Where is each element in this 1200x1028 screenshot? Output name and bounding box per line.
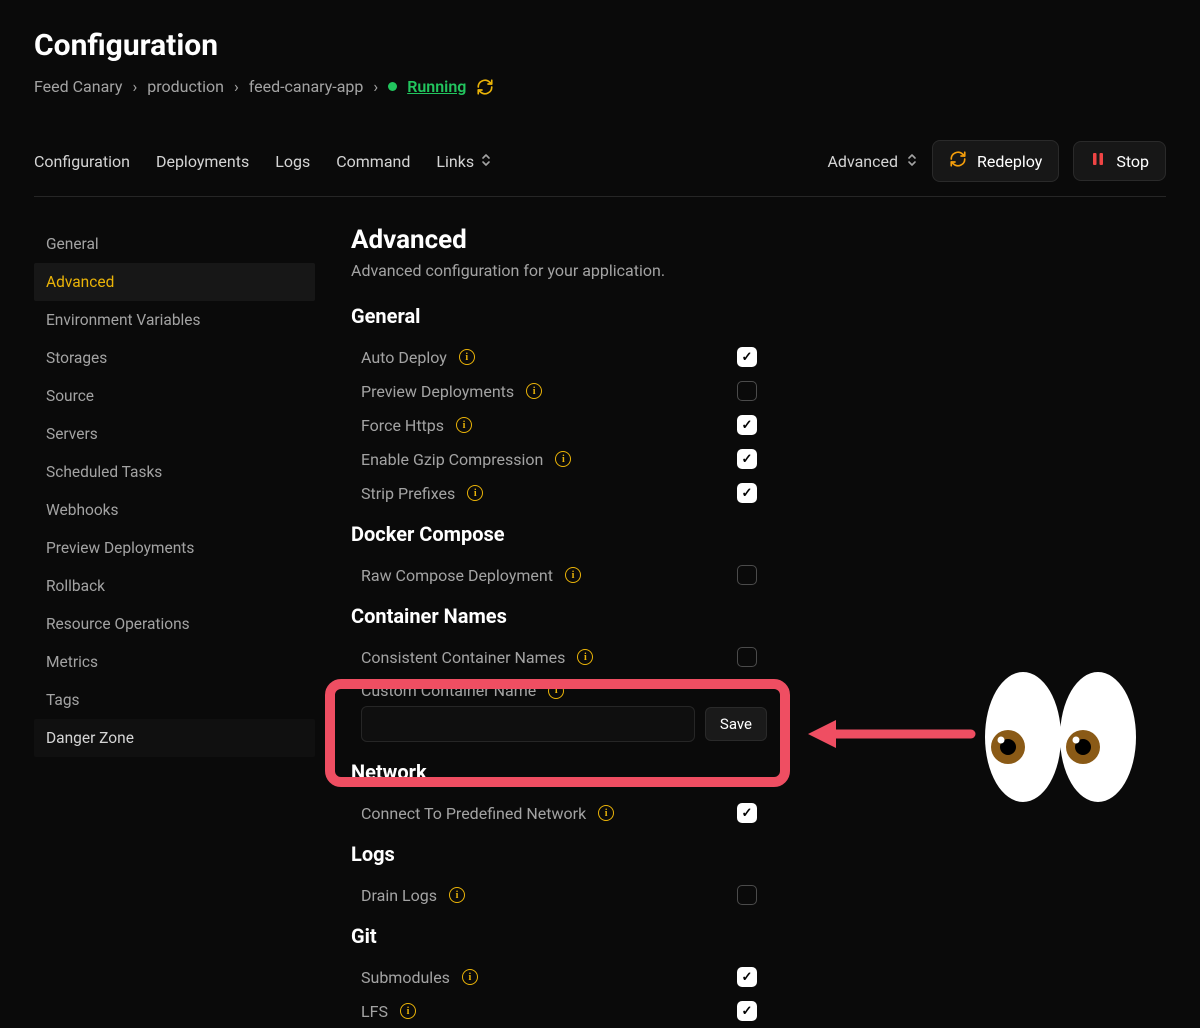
sidebar: General Advanced Environment Variables S…: [34, 225, 315, 1028]
label-preview-deployments: Preview Deployments: [361, 382, 514, 401]
section-network: Network: [351, 760, 1166, 784]
info-icon[interactable]: [577, 649, 593, 665]
tab-deployments[interactable]: Deployments: [156, 152, 249, 171]
checkbox-lfs[interactable]: [737, 1001, 757, 1021]
sidebar-item-metrics[interactable]: Metrics: [34, 643, 315, 681]
info-icon[interactable]: [467, 485, 483, 501]
label-force-https: Force Https: [361, 416, 444, 435]
redeploy-label: Redeploy: [977, 152, 1042, 171]
info-icon[interactable]: [526, 383, 542, 399]
chevron-updown-icon: [480, 152, 492, 171]
sidebar-item-preview-deployments[interactable]: Preview Deployments: [34, 529, 315, 567]
breadcrumb: Feed Canary › production › feed-canary-a…: [34, 77, 1166, 96]
tab-command[interactable]: Command: [336, 152, 410, 171]
chevron-right-icon: ›: [234, 77, 239, 96]
label-lfs: LFS: [361, 1002, 388, 1021]
sidebar-item-env-vars[interactable]: Environment Variables: [34, 301, 315, 339]
sidebar-item-danger-zone[interactable]: Danger Zone: [34, 719, 315, 757]
label-predefined-network: Connect To Predefined Network: [361, 804, 586, 823]
checkbox-force-https[interactable]: [737, 415, 757, 435]
page-title: Configuration: [34, 28, 1166, 63]
sidebar-item-rollback[interactable]: Rollback: [34, 567, 315, 605]
breadcrumb-project[interactable]: Feed Canary: [34, 77, 122, 96]
chevron-right-icon: ›: [132, 77, 137, 96]
label-gzip: Enable Gzip Compression: [361, 450, 543, 469]
checkbox-submodules[interactable]: [737, 967, 757, 987]
stop-button[interactable]: Stop: [1073, 141, 1166, 181]
info-icon[interactable]: [555, 451, 571, 467]
checkbox-auto-deploy[interactable]: [737, 347, 757, 367]
sidebar-item-storages[interactable]: Storages: [34, 339, 315, 377]
refresh-icon[interactable]: [476, 78, 494, 96]
checkbox-strip-prefixes[interactable]: [737, 483, 757, 503]
checkbox-predefined-network[interactable]: [737, 803, 757, 823]
tab-configuration[interactable]: Configuration: [34, 152, 130, 171]
section-logs: Logs: [351, 842, 1166, 866]
section-docker: Docker Compose: [351, 522, 1166, 546]
info-icon[interactable]: [462, 969, 478, 985]
section-container-names: Container Names: [351, 604, 1166, 628]
advanced-toggle[interactable]: Advanced: [827, 152, 918, 171]
info-icon[interactable]: [449, 887, 465, 903]
label-custom-container-name: Custom Container Name: [361, 681, 536, 700]
status-dot-icon: [388, 82, 397, 91]
breadcrumb-app[interactable]: feed-canary-app: [249, 77, 364, 96]
chevron-right-icon: ›: [373, 77, 378, 96]
info-icon[interactable]: [459, 349, 475, 365]
panel-heading: Advanced: [351, 225, 1166, 255]
tab-links[interactable]: Links: [436, 152, 492, 171]
tab-links-label: Links: [436, 152, 474, 171]
info-icon[interactable]: [400, 1003, 416, 1019]
label-strip-prefixes: Strip Prefixes: [361, 484, 455, 503]
redeploy-button[interactable]: Redeploy: [932, 140, 1059, 182]
checkbox-raw-compose[interactable]: [737, 565, 757, 585]
advanced-toggle-label: Advanced: [827, 152, 898, 171]
label-raw-compose: Raw Compose Deployment: [361, 566, 553, 585]
sidebar-item-source[interactable]: Source: [34, 377, 315, 415]
section-general: General: [351, 304, 1166, 328]
save-button[interactable]: Save: [705, 707, 767, 741]
checkbox-drain-logs[interactable]: [737, 885, 757, 905]
info-icon[interactable]: [598, 805, 614, 821]
info-icon[interactable]: [456, 417, 472, 433]
sidebar-item-general[interactable]: General: [34, 225, 315, 263]
status-badge[interactable]: Running: [407, 77, 466, 96]
checkbox-consistent-names[interactable]: [737, 647, 757, 667]
main-panel: Advanced Advanced configuration for your…: [315, 225, 1166, 1028]
sidebar-item-tags[interactable]: Tags: [34, 681, 315, 719]
sidebar-item-servers[interactable]: Servers: [34, 415, 315, 453]
sidebar-item-advanced[interactable]: Advanced: [34, 263, 315, 301]
stop-icon: [1090, 151, 1106, 171]
sidebar-item-scheduled-tasks[interactable]: Scheduled Tasks: [34, 453, 315, 491]
stop-label: Stop: [1116, 152, 1149, 171]
tabbar: Configuration Deployments Logs Command L…: [34, 140, 1166, 197]
breadcrumb-env[interactable]: production: [147, 77, 224, 96]
label-submodules: Submodules: [361, 968, 450, 987]
panel-desc: Advanced configuration for your applicat…: [351, 261, 1166, 280]
label-drain-logs: Drain Logs: [361, 886, 437, 905]
custom-container-name-input[interactable]: [361, 706, 695, 742]
sidebar-item-webhooks[interactable]: Webhooks: [34, 491, 315, 529]
tab-logs[interactable]: Logs: [275, 152, 310, 171]
label-consistent-names: Consistent Container Names: [361, 648, 565, 667]
info-icon[interactable]: [565, 567, 581, 583]
section-git: Git: [351, 924, 1166, 948]
checkbox-preview-deployments[interactable]: [737, 381, 757, 401]
label-auto-deploy: Auto Deploy: [361, 348, 447, 367]
sidebar-item-resource-operations[interactable]: Resource Operations: [34, 605, 315, 643]
info-icon[interactable]: [548, 683, 564, 699]
redeploy-icon: [949, 150, 967, 172]
chevron-updown-icon: [906, 152, 918, 171]
checkbox-gzip[interactable]: [737, 449, 757, 469]
